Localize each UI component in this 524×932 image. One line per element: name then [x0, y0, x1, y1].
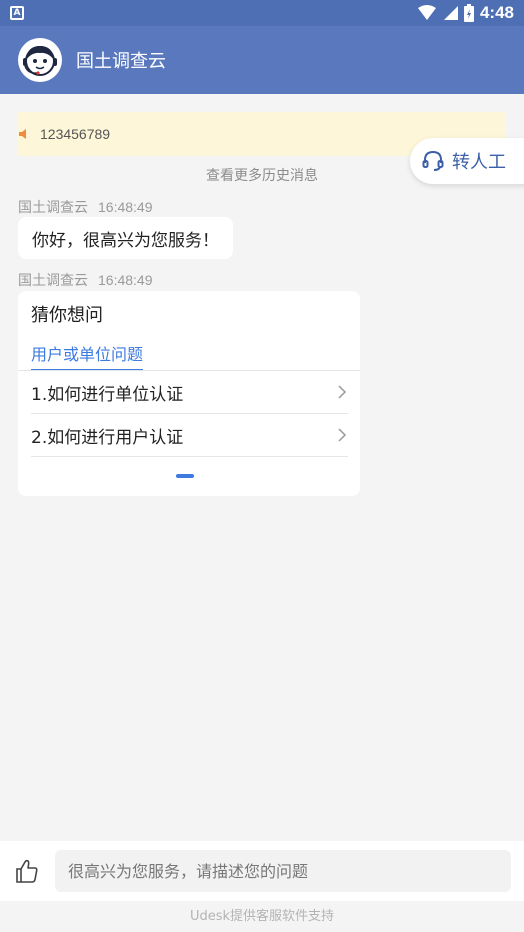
chat-input-bar: [0, 841, 524, 901]
message-time: 16:48:49: [98, 199, 153, 215]
status-bar: A 4:48: [0, 0, 524, 26]
faq-question-text: 1.如何进行单位认证: [31, 384, 184, 405]
message-time: 16:48:49: [98, 272, 153, 288]
announcement-text: 123456789: [40, 126, 111, 142]
message-input[interactable]: [55, 850, 511, 892]
faq-question-text: 2.如何进行用户认证: [31, 427, 184, 448]
chevron-right-icon: [338, 385, 347, 399]
sender-name: 国土调查云: [18, 200, 88, 216]
view-history-link[interactable]: 查看更多历史消息: [0, 165, 524, 185]
powered-by-footer: Udesk提供客服软件支持: [0, 901, 524, 932]
faq-card: 猜你想问 用户或单位问题 1.如何进行单位认证 2.如何进行用户认证: [18, 291, 360, 496]
speaker-icon: [19, 129, 26, 139]
tab-user-or-org-questions[interactable]: 用户或单位问题: [31, 341, 144, 371]
app-notification-icon: A: [10, 6, 24, 20]
message-bubble: 你好，很高兴为您服务！: [18, 217, 233, 259]
signal-icon: [443, 6, 458, 20]
page-title: 国土调查云: [76, 51, 166, 72]
chevron-right-icon: [338, 428, 347, 442]
faq-question-item[interactable]: 1.如何进行单位认证: [31, 371, 348, 414]
agent-avatar-icon: [18, 38, 62, 82]
wifi-icon: [417, 5, 436, 20]
message-meta: 国土调查云 16:48:49: [18, 197, 153, 217]
clock: 4:48: [479, 3, 514, 22]
status-icons: 4:48: [417, 3, 514, 23]
battery-icon: [463, 4, 474, 22]
page-indicator[interactable]: [176, 474, 194, 478]
thumbs-up-icon[interactable]: [14, 858, 40, 884]
message-meta: 国土调查云 16:48:49: [18, 270, 153, 290]
faq-title: 猜你想问: [31, 305, 103, 326]
app-header: 国土调查云: [0, 26, 524, 94]
sender-name: 国土调查云: [18, 273, 88, 289]
faq-question-item[interactable]: 2.如何进行用户认证: [31, 414, 348, 457]
